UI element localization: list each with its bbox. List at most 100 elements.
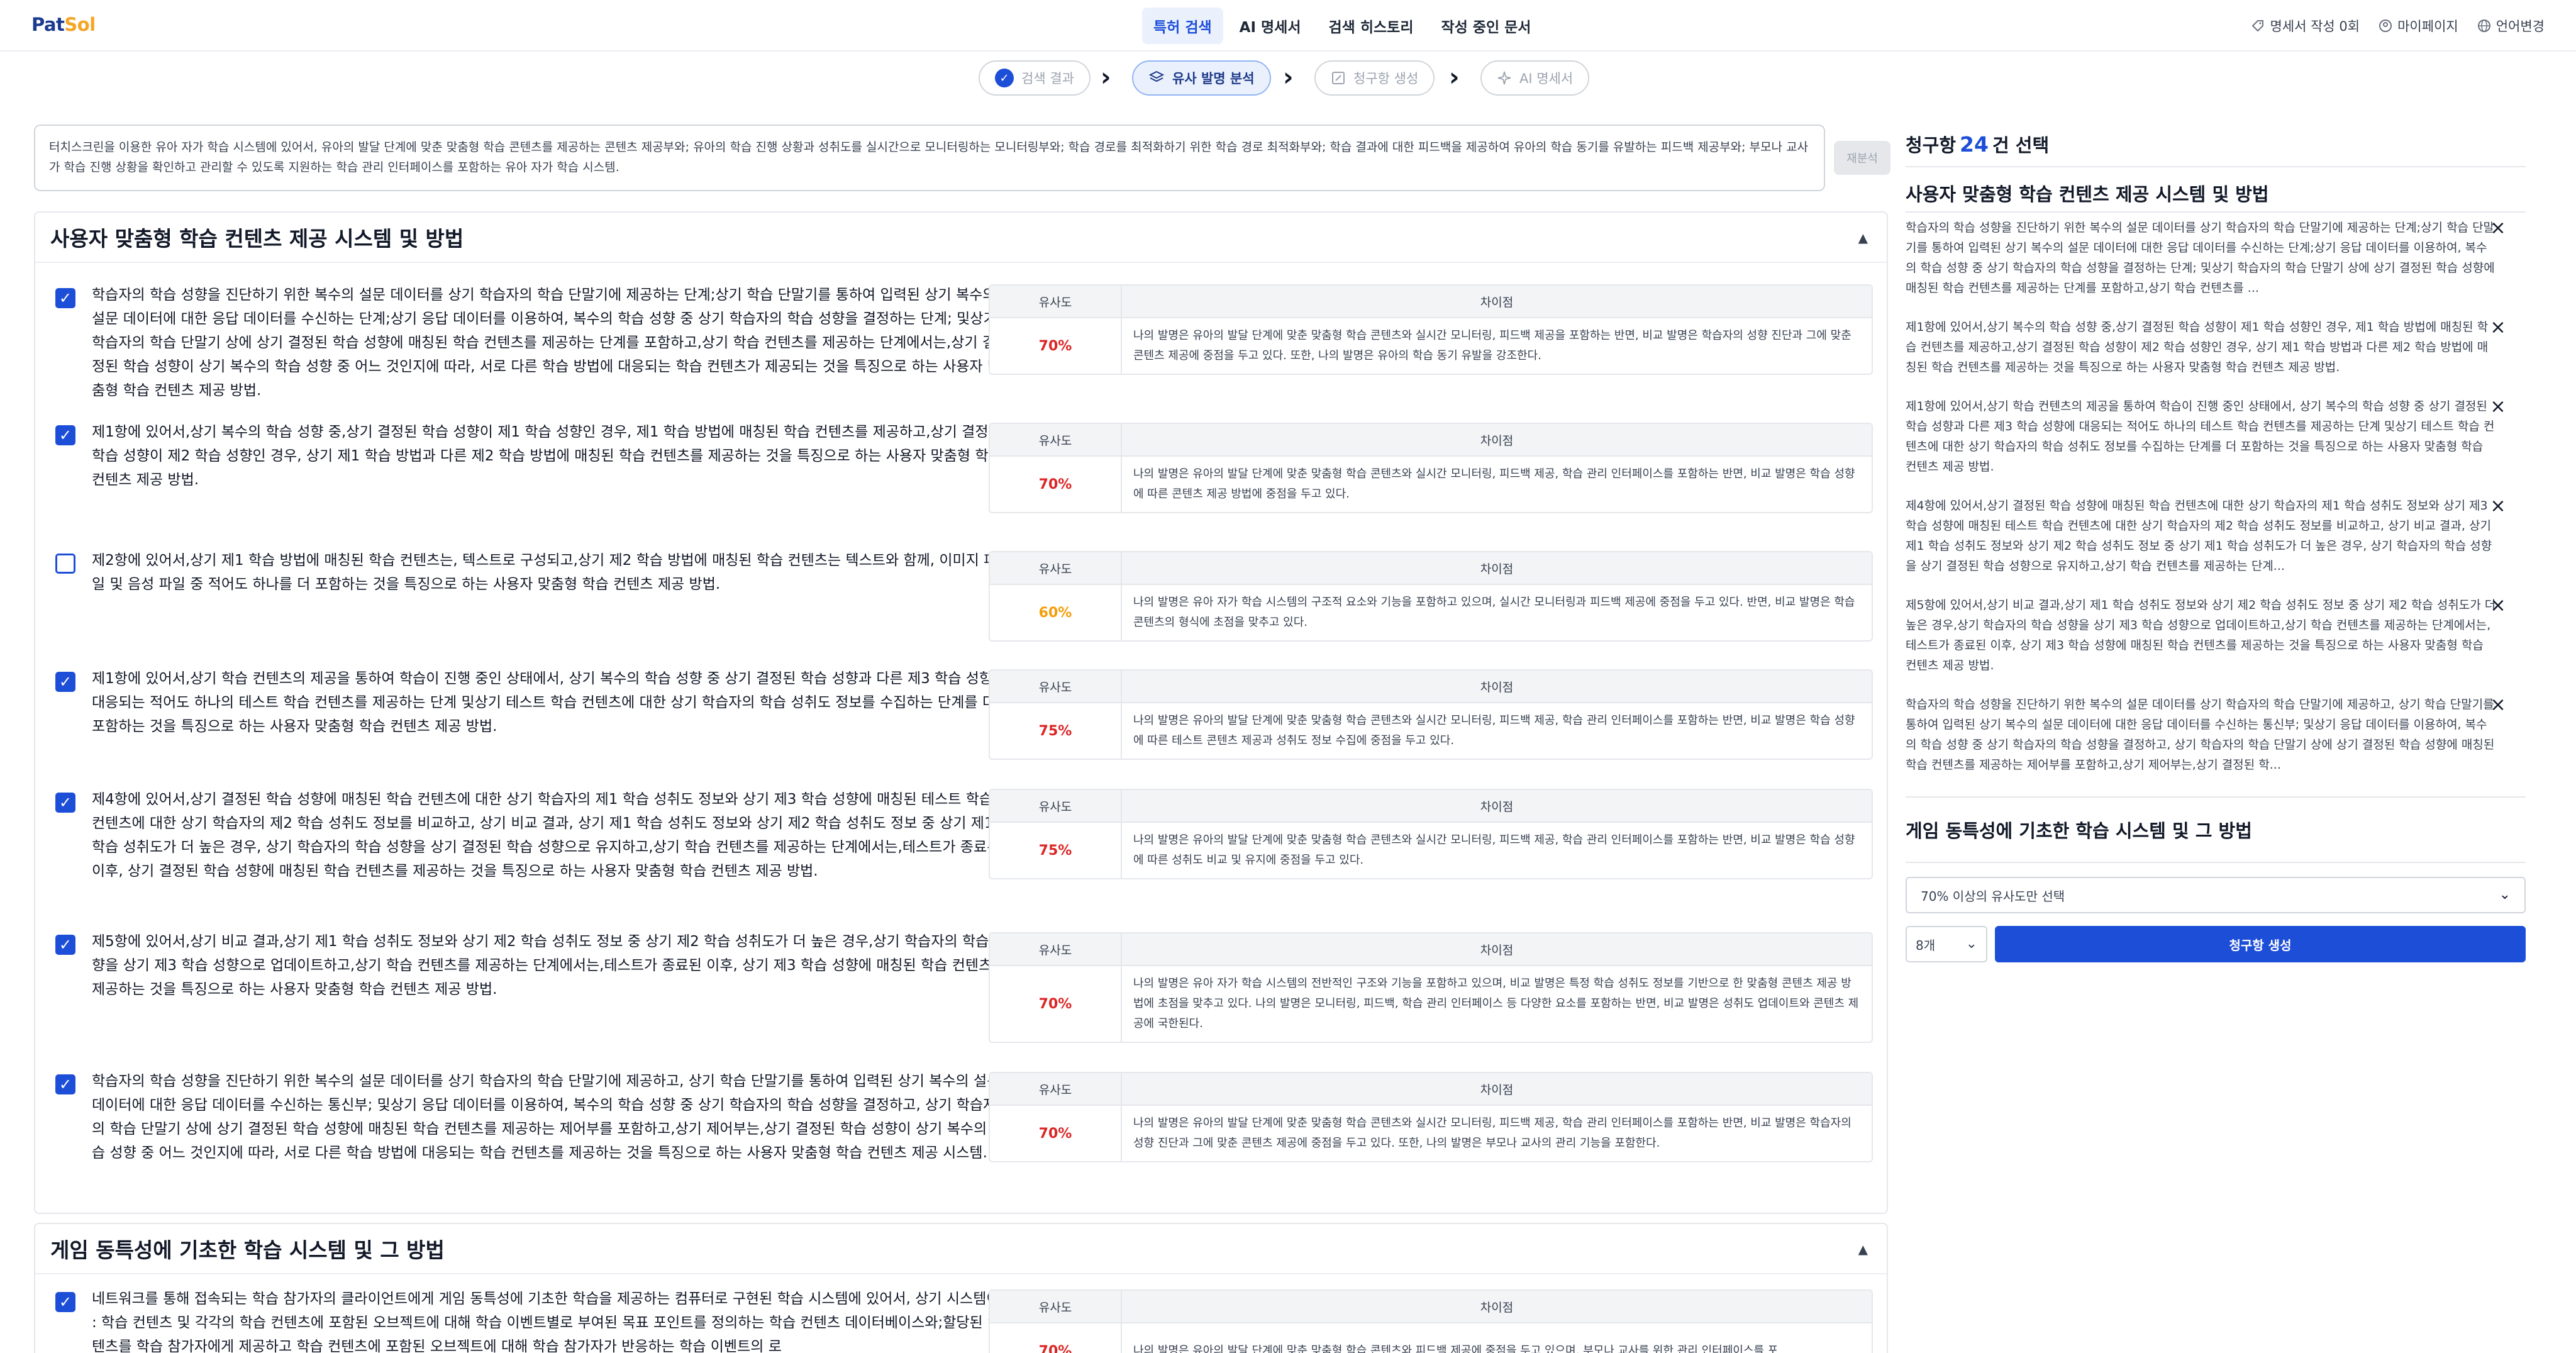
query-textarea[interactable]: 터치스크린을 이용한 유아 자가 학습 시스템에 있어서, 유아의 발달 단계에…	[34, 125, 1825, 191]
claim-checkbox[interactable]: ✓	[55, 1074, 75, 1094]
count-select[interactable]: 8개 ⌄	[1906, 926, 1987, 962]
difference-header: 차이점	[1122, 552, 1872, 585]
step-similar-analysis[interactable]: 유사 발명 분석	[1132, 60, 1271, 96]
similarity-header: 유사도	[990, 933, 1122, 966]
generate-claims-button[interactable]: 청구항 생성	[1995, 926, 2526, 962]
step-claim-generation[interactable]: 청구항 생성	[1314, 60, 1435, 96]
similarity-table: 유사도 차이점 60% 나의 발명은 유아 자가 학습 시스템의 구조적 요소와…	[989, 551, 1873, 642]
section-header[interactable]: 게임 동특성에 기초한 학습 시스템 및 그 방법 ▲	[35, 1224, 1887, 1274]
claim-checkbox[interactable]: ✓	[55, 1292, 75, 1312]
chevron-down-icon: ⌄	[2499, 887, 2511, 903]
claim-row: ✓ 제5항에 있어서,상기 비교 결과,상기 제1 학습 성취도 정보와 상기 …	[35, 911, 1887, 1049]
difference-text: 나의 발명은 유아의 발달 단계에 맞춘 맞춤형 학습 콘텐츠와 실시간 모니터…	[1133, 714, 1855, 747]
similarity-value: 75%	[990, 703, 1122, 759]
claim-checkbox[interactable]: ✓	[55, 288, 75, 308]
reanalyze-button[interactable]: 재분석	[1834, 141, 1890, 175]
divider	[1906, 862, 2526, 863]
close-icon[interactable]: ×	[2489, 596, 2507, 615]
difference-text: 나의 발명은 유아의 발달 단계에 맞춘 맞춤형 학습 콘텐츠와 실시간 모니터…	[1133, 329, 1852, 362]
claim-row: 제2항에 있어서,상기 제1 학습 방법에 매칭된 학습 컨텐츠는, 텍스트로 …	[35, 527, 1887, 647]
nav-drafts[interactable]: 작성 중인 문서	[1430, 8, 1542, 44]
claim-text: 제1항에 있어서,상기 학습 컨텐츠의 제공을 통하여 학습이 진행 중인 상태…	[92, 671, 1006, 735]
spec-count[interactable]: 명세서 작성 0회	[2251, 16, 2360, 35]
main-nav: 특허 검색 AI 명세서 검색 히스토리 작성 중인 문서	[1142, 8, 1542, 44]
logo[interactable]: PatSol	[31, 14, 96, 35]
close-icon[interactable]: ×	[2489, 318, 2507, 337]
similarity-header: 유사도	[990, 671, 1122, 703]
divider	[1906, 166, 2526, 167]
selected-claim-item: 제5항에 있어서,상기 비교 결과,상기 제1 학습 성취도 정보와 상기 제2…	[1906, 598, 2496, 672]
selected-claim-item: 학습자의 학습 성향을 진단하기 위한 복수의 설문 데이터를 상기 학습자의 …	[1906, 221, 2495, 295]
nav-search-history[interactable]: 검색 히스토리	[1318, 8, 1425, 44]
difference-text: 나의 발명은 유아의 발달 단계에 맞춘 맞춤형 학습 콘텐츠와 실시간 모니터…	[1133, 1116, 1852, 1150]
claim-checkbox[interactable]: ✓	[55, 935, 75, 955]
similarity-table: 유사도 차이점 70% 나의 발명은 유아의 발달 단계에 맞춘 맞춤형 학습 …	[989, 284, 1873, 375]
claim-text: 학습자의 학습 성향을 진단하기 위한 복수의 설문 데이터를 상기 학습자의 …	[92, 1073, 1005, 1161]
similarity-value: 70%	[990, 318, 1122, 374]
difference-header: 차이점	[1122, 790, 1872, 823]
claim-text: 제1항에 있어서,상기 복수의 학습 성향 중,상기 결정된 학습 성향이 제1…	[92, 424, 1002, 488]
chevron-up-icon[interactable]: ▲	[1858, 230, 1868, 245]
similarity-table: 유사도 차이점 75% 나의 발명은 유아의 발달 단계에 맞춘 맞춤형 학습 …	[989, 669, 1873, 760]
similarity-value: 70%	[990, 1106, 1122, 1161]
claim-text: 네트워크를 통해 접속되는 학습 참가자의 클라이언트에게 게임 동특성에 기초…	[92, 1291, 1001, 1353]
similarity-value: 70%	[990, 1323, 1122, 1353]
similarity-table: 유사도 차이점 70% 나의 발명은 유아의 발달 단계에 맞춘 맞춤형 학습 …	[989, 1289, 1873, 1353]
claim-checkbox[interactable]	[55, 554, 75, 574]
tag-icon	[2252, 20, 2264, 32]
nav-patent-search[interactable]: 특허 검색	[1142, 8, 1223, 44]
difference-header: 차이점	[1122, 671, 1872, 703]
step-ai-spec[interactable]: AI 명세서	[1480, 60, 1590, 96]
top-right-menu: 명세서 작성 0회 마이페이지 언어변경	[2251, 8, 2545, 44]
selected-claim-item: 제1항에 있어서,상기 복수의 학습 성향 중,상기 결정된 학습 성향이 제1…	[1906, 320, 2489, 374]
claim-text: 제4항에 있어서,상기 결정된 학습 성향에 매칭된 학습 컨텐츠에 대한 상기…	[92, 791, 1001, 879]
divider	[1906, 796, 2526, 798]
user-icon	[2379, 19, 2392, 32]
nav-ai-spec[interactable]: AI 명세서	[1228, 8, 1313, 44]
difference-header: 차이점	[1122, 424, 1872, 457]
claim-row: ✓ 네트워크를 통해 접속되는 학습 참가자의 클라이언트에게 게임 동특성에 …	[35, 1274, 1887, 1353]
selected-claim-item: 학습자의 학습 성향을 진단하기 위한 복수의 설문 데이터를 상기 학습자의 …	[1906, 698, 2495, 772]
claim-row: ✓ 학습자의 학습 성향을 진단하기 위한 복수의 설문 데이터를 상기 학습자…	[35, 1049, 1887, 1213]
similarity-filter-select[interactable]: 70% 이상의 유사도만 선택 ⌄	[1906, 877, 2526, 913]
globe-icon	[2477, 19, 2490, 32]
top-bar: PatSol 특허 검색 AI 명세서 검색 히스토리 작성 중인 문서 명세서…	[0, 0, 2576, 52]
chevron-down-icon: ⌄	[1965, 936, 1977, 952]
difference-header: 차이점	[1122, 1073, 1872, 1106]
language-switch[interactable]: 언어변경	[2477, 16, 2545, 35]
result-section: 게임 동특성에 기초한 학습 시스템 및 그 방법 ▲ ✓ 네트워크를 통해 접…	[34, 1223, 1888, 1353]
claim-row: ✓ 제1항에 있어서,상기 학습 컨텐츠의 제공을 통하여 학습이 진행 중인 …	[35, 647, 1887, 766]
check-icon: ✓	[995, 69, 1014, 87]
divider	[1906, 211, 2526, 213]
similarity-value: 60%	[990, 585, 1122, 640]
similarity-header: 유사도	[990, 552, 1122, 585]
similarity-value: 75%	[990, 823, 1122, 878]
close-icon[interactable]: ×	[2489, 497, 2507, 516]
difference-text: 나의 발명은 유아 자가 학습 시스템의 구조적 요소와 기능을 포함하고 있으…	[1133, 596, 1855, 629]
selected-claim-item: 제1항에 있어서,상기 학습 컨텐츠의 제공을 통하여 학습이 진행 중인 상태…	[1906, 399, 2495, 474]
close-icon[interactable]: ×	[2489, 398, 2507, 416]
chevron-right-icon: ›	[1449, 63, 1460, 92]
claim-checkbox[interactable]: ✓	[55, 672, 75, 692]
difference-text: 나의 발명은 유아의 발달 단계에 맞춘 맞춤형 학습 콘텐츠와 실시간 모니터…	[1133, 467, 1855, 501]
chevron-right-icon: ›	[1101, 63, 1111, 92]
similarity-header: 유사도	[990, 1291, 1122, 1323]
difference-header: 차이점	[1122, 1291, 1872, 1323]
selected-claim-item: 제4항에 있어서,상기 결정된 학습 성향에 매칭된 학습 컨텐츠에 대한 상기…	[1906, 499, 2492, 573]
similarity-table: 유사도 차이점 70% 나의 발명은 유아 자가 학습 시스템의 전반적인 구조…	[989, 932, 1873, 1043]
edit-icon	[1332, 72, 1345, 84]
claim-row: ✓ 학습자의 학습 성향을 진단하기 위한 복수의 설문 데이터를 상기 학습자…	[35, 263, 1887, 408]
chevron-up-icon[interactable]: ▲	[1858, 1242, 1868, 1257]
chevron-right-icon: ›	[1283, 63, 1294, 92]
close-icon[interactable]: ×	[2489, 696, 2507, 715]
step-search-results[interactable]: ✓ 검색 결과	[979, 60, 1091, 96]
similarity-header: 유사도	[990, 424, 1122, 457]
difference-text: 나의 발명은 유아의 발달 단계에 맞춘 맞춤형 학습 콘텐츠와 실시간 모니터…	[1133, 833, 1855, 867]
claim-text: 학습자의 학습 성향을 진단하기 위한 복수의 설문 데이터를 상기 학습자의 …	[92, 287, 1001, 399]
mypage-link[interactable]: 마이페이지	[2379, 16, 2458, 35]
close-icon[interactable]: ×	[2489, 219, 2507, 238]
claim-checkbox[interactable]: ✓	[55, 793, 75, 813]
section-header[interactable]: 사용자 맞춤형 학습 컨텐츠 제공 시스템 및 방법 ▲	[35, 213, 1887, 263]
similarity-header: 유사도	[990, 790, 1122, 823]
claim-checkbox[interactable]: ✓	[55, 425, 75, 445]
